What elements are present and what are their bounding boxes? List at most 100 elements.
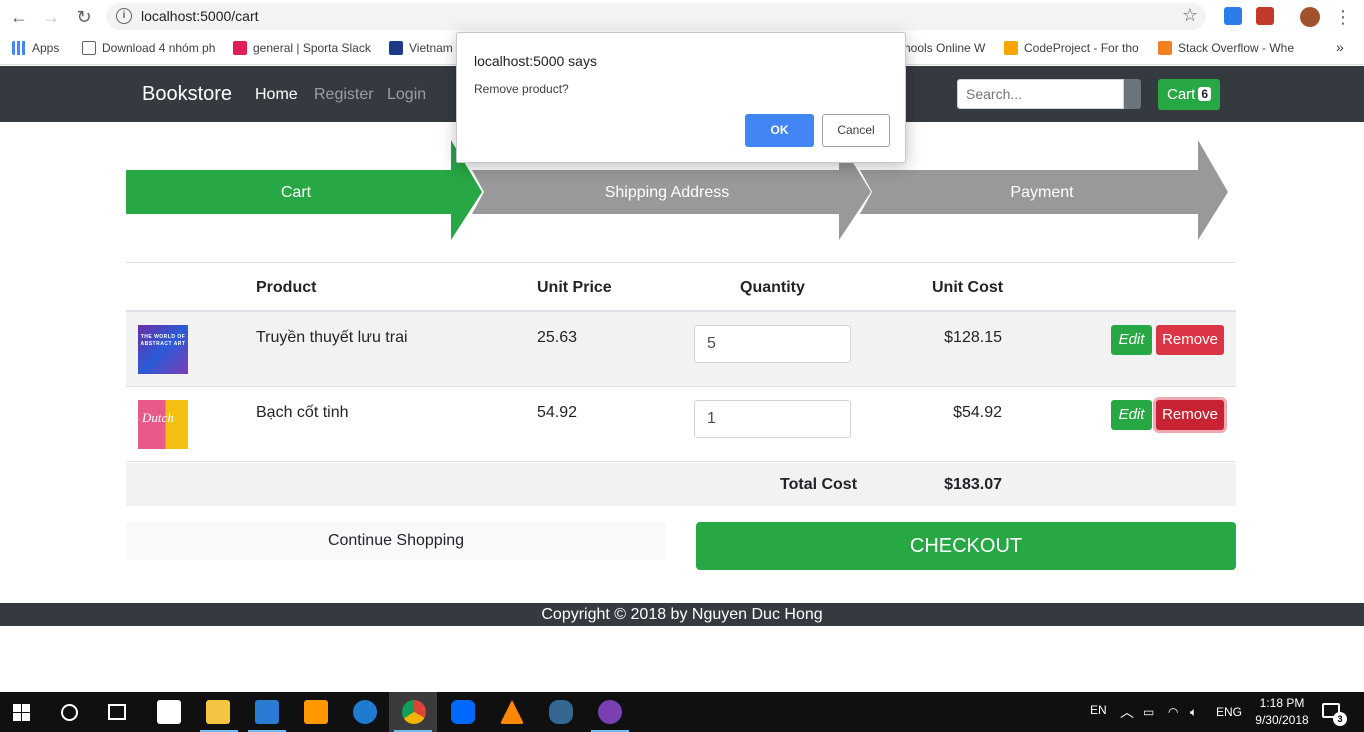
step-shipping-label: Shipping Address bbox=[604, 184, 730, 201]
stackoverflow-icon bbox=[1158, 41, 1172, 55]
bookmark-item[interactable]: CodeProject - For tho bbox=[1004, 41, 1144, 57]
unit-cost: $54.92 bbox=[953, 404, 1002, 421]
bookmark-label: general | Sporta Slack bbox=[253, 41, 371, 55]
search-button[interactable] bbox=[1124, 79, 1141, 109]
volume-icon[interactable]: 🔈︎ bbox=[1190, 692, 1197, 732]
product-thumbnail[interactable]: THE WORLD OF ABSTRACT ART bbox=[138, 325, 188, 374]
brand-logo[interactable]: Bookstore bbox=[142, 83, 232, 106]
unit-price: 54.92 bbox=[537, 404, 578, 421]
bookmark-label: hools Online W bbox=[904, 41, 986, 55]
ok-button[interactable]: OK bbox=[745, 114, 814, 147]
bookmark-star-icon[interactable]: ☆ bbox=[1182, 5, 1198, 26]
confirm-dialog: localhost:5000 says Remove product? OK C… bbox=[456, 32, 906, 163]
windows-start-icon[interactable] bbox=[13, 704, 30, 721]
remove-button[interactable]: Remove bbox=[1156, 325, 1224, 355]
extension-icon[interactable] bbox=[1256, 7, 1274, 25]
vscode-icon[interactable] bbox=[255, 700, 279, 724]
bookmarks-overflow[interactable]: » bbox=[1336, 39, 1344, 55]
task-view-icon[interactable] bbox=[108, 704, 126, 720]
dialog-title: localhost:5000 says bbox=[474, 53, 597, 69]
app-icon[interactable] bbox=[598, 700, 622, 724]
battery-icon[interactable]: ▭ bbox=[1143, 692, 1154, 732]
bookmark-item[interactable]: Vietnam bbox=[389, 41, 459, 57]
edit-button[interactable]: Edit bbox=[1111, 400, 1152, 430]
cortana-search-icon[interactable] bbox=[61, 704, 78, 721]
header-quantity: Quantity bbox=[740, 279, 805, 296]
product-name: Bạch cốt tinh bbox=[256, 404, 349, 421]
header-unit-price: Unit Price bbox=[537, 279, 612, 296]
file-explorer-icon[interactable] bbox=[206, 700, 230, 724]
edge-icon[interactable] bbox=[353, 700, 377, 724]
edit-button[interactable]: Edit bbox=[1111, 325, 1152, 355]
total-row: Total Cost $183.07 bbox=[126, 463, 1236, 506]
bookmark-label: Apps bbox=[32, 41, 60, 55]
sublime-text-icon[interactable] bbox=[304, 700, 328, 724]
bookmark-label: CodeProject - For tho bbox=[1024, 41, 1139, 55]
notification-count-badge: 3 bbox=[1333, 712, 1347, 726]
back-arrow-icon[interactable]: ← bbox=[8, 6, 30, 28]
bookmark-label: Stack Overflow - Whe bbox=[1178, 41, 1295, 55]
checkout-button[interactable]: CHECKOUT bbox=[696, 522, 1236, 570]
bookmark-label: Vietnam bbox=[409, 41, 453, 55]
profile-avatar[interactable] bbox=[1300, 7, 1320, 27]
remove-button[interactable]: Remove bbox=[1156, 400, 1224, 430]
step-cart-label: Cart bbox=[280, 184, 312, 201]
menu-dots-icon[interactable]: ⋮ bbox=[1332, 6, 1354, 28]
nav-login[interactable]: Login bbox=[387, 86, 426, 104]
bookmark-label: Download 4 nhóm ph bbox=[102, 41, 216, 55]
product-thumbnail[interactable]: Dutch bbox=[138, 400, 188, 449]
input-language[interactable]: ENG bbox=[1216, 692, 1242, 732]
total-label: Total Cost bbox=[780, 476, 858, 493]
reload-icon[interactable]: ↻ bbox=[73, 6, 95, 28]
vlc-icon[interactable] bbox=[500, 700, 524, 724]
cart-button[interactable]: Cart 6 bbox=[1158, 79, 1220, 110]
quantity-input[interactable] bbox=[694, 400, 851, 438]
forward-arrow-icon[interactable]: → bbox=[40, 6, 62, 28]
postgresql-icon[interactable] bbox=[549, 700, 573, 724]
dialog-message: Remove product? bbox=[474, 82, 569, 96]
footer-copyright: Copyright © 2018 by Nguyen Duc Hong bbox=[0, 603, 1364, 626]
search-input[interactable] bbox=[957, 79, 1124, 109]
windows-taskbar: EN ︿ ▭ ◠ 🔈︎ ENG 1:18 PM 9/30/2018 3 bbox=[0, 692, 1364, 732]
nav-register[interactable]: Register bbox=[314, 86, 374, 104]
thumbnail-title: Dutch bbox=[142, 410, 174, 425]
wifi-icon[interactable]: ◠ bbox=[1168, 692, 1178, 732]
unit-price: 25.63 bbox=[537, 329, 578, 346]
apps-grid-icon bbox=[12, 41, 26, 55]
quantity-input[interactable] bbox=[694, 325, 851, 363]
store-icon[interactable] bbox=[157, 700, 181, 724]
nav-home[interactable]: Home bbox=[255, 86, 298, 104]
table-row: THE WORLD OF ABSTRACT ART Truyền thuyết … bbox=[126, 312, 1236, 387]
search-form bbox=[957, 79, 1141, 109]
info-icon[interactable]: i bbox=[116, 8, 132, 24]
bookmark-item[interactable]: Stack Overflow - Whe bbox=[1158, 41, 1298, 57]
clock-date: 9/30/2018 bbox=[1255, 713, 1309, 727]
header-unit-cost: Unit Cost bbox=[932, 279, 1004, 296]
total-value: $183.07 bbox=[944, 476, 1002, 493]
bookmark-item[interactable]: Download 4 nhóm ph bbox=[82, 41, 217, 57]
table-row: Dutch Bạch cốt tinh 54.92 $54.92 Edit Re… bbox=[126, 387, 1236, 462]
table-header: Product Unit Price Quantity Unit Cost bbox=[126, 262, 1236, 312]
continue-shopping-button[interactable]: Continue Shopping bbox=[126, 522, 666, 560]
bookmark-item[interactable]: general | Sporta Slack bbox=[233, 41, 373, 57]
chrome-icon[interactable] bbox=[402, 700, 426, 724]
cart-count-badge: 6 bbox=[1198, 87, 1212, 101]
unit-cost: $128.15 bbox=[944, 329, 1002, 346]
tray-chevron-up-icon[interactable]: ︿ bbox=[1120, 692, 1134, 732]
clock-time: 1:18 PM bbox=[1259, 696, 1305, 710]
step-payment-label: Payment bbox=[1010, 184, 1074, 201]
keyboard-lang-short[interactable]: EN bbox=[1090, 692, 1107, 732]
product-name: Truyền thuyết lưu trai bbox=[256, 329, 408, 346]
extension-icon[interactable] bbox=[1224, 7, 1242, 25]
system-clock[interactable]: 1:18 PM 9/30/2018 bbox=[1253, 695, 1311, 729]
bookmark-item[interactable]: hools Online W bbox=[904, 41, 988, 57]
zalo-icon[interactable] bbox=[451, 700, 475, 724]
thumbnail-title: THE WORLD OF ABSTRACT ART bbox=[140, 334, 186, 347]
header-product: Product bbox=[256, 279, 317, 296]
cart-label: Cart bbox=[1167, 86, 1196, 103]
address-url[interactable]: localhost:5000/cart bbox=[141, 8, 259, 24]
codeproject-icon bbox=[1004, 41, 1018, 55]
cancel-button[interactable]: Cancel bbox=[822, 114, 890, 147]
address-bar[interactable]: i localhost:5000/cart ☆ bbox=[106, 3, 1206, 30]
bookmark-apps[interactable]: Apps bbox=[12, 41, 72, 57]
